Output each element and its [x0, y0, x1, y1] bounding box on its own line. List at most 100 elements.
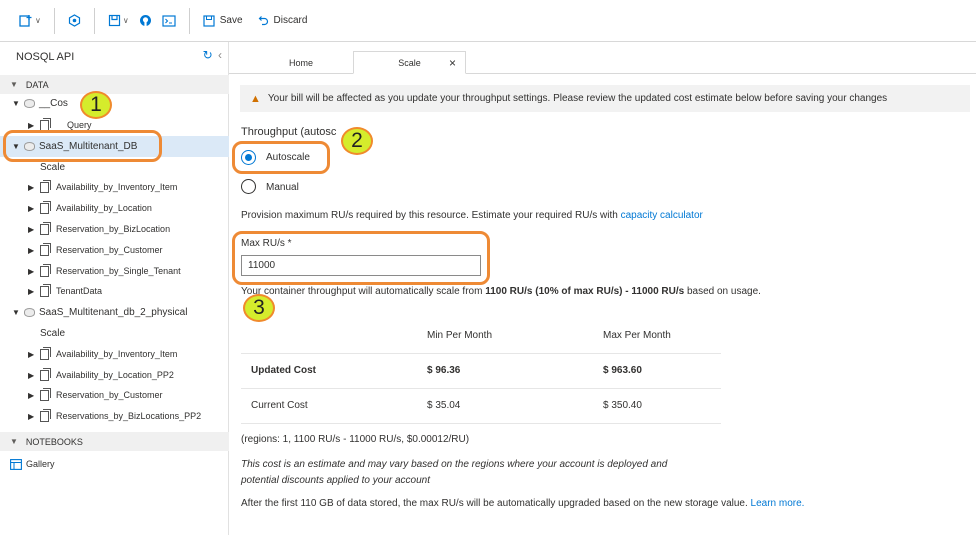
collection-icon [40, 367, 51, 381]
caret-right-icon: ▶ [28, 349, 35, 359]
min-per-month-header: Min Per Month [427, 330, 493, 341]
database-name: __Cos [39, 97, 68, 109]
data-section-label: DATA [25, 79, 49, 90]
github-icon [139, 15, 151, 26]
collection-icon [40, 242, 51, 256]
close-icon[interactable]: × [449, 56, 456, 70]
tab-strip: Home Scale × [229, 42, 976, 74]
caret-down-icon: ▼ [12, 307, 20, 317]
table-row: Updated Cost $ 96.36 $ 963.60 [241, 354, 721, 389]
tree-collection[interactable]: ▶ Availability_by_Inventory_Item [28, 345, 177, 363]
tree-collection[interactable]: ▶ Availability_by_Location [28, 199, 152, 217]
collection-icon [40, 179, 51, 193]
caret-right-icon: ▶ [28, 390, 35, 400]
cost-warning-banner: ▲ Your bill will be affected as you upda… [240, 85, 970, 112]
tree-collection[interactable]: ▶ Reservations_by_BizLocations_PP2 [28, 407, 201, 425]
tree-scale-2[interactable]: Scale [40, 324, 65, 342]
tree-collection[interactable]: ▶ Reservation_by_Customer [28, 386, 163, 404]
tab-scale[interactable]: Scale × [353, 51, 466, 74]
annotation-ring-1 [3, 130, 162, 162]
caret-down-icon: ▼ [10, 437, 18, 446]
tab-home[interactable]: Home [249, 51, 353, 74]
scale-label: Scale [40, 327, 66, 339]
collapse-icon[interactable]: ‹ [218, 48, 222, 62]
caret-right-icon: ▶ [28, 286, 35, 296]
updated-cost-min: $ 96.36 [427, 365, 461, 376]
database-icon [24, 98, 35, 108]
collection-name: TenantData [56, 286, 103, 296]
tree-gallery[interactable]: Gallery [10, 455, 55, 473]
sidebar-header-actions: ↻ ‹ [203, 48, 222, 62]
database-icon [24, 307, 35, 317]
discard-label: Discard [273, 15, 308, 26]
annotation-ring-2 [232, 141, 330, 174]
caret-right-icon: ▶ [28, 266, 35, 276]
tree-collection[interactable]: ▶ Reservation_by_BizLocation [28, 220, 170, 238]
autoscale-range-text: Your container throughput will automatic… [241, 286, 761, 297]
collection-name: Availability_by_Inventory_Item [56, 349, 178, 359]
refresh-icon[interactable]: ↻ [203, 48, 213, 62]
updated-cost-label: Updated Cost [251, 365, 316, 376]
toolbar-divider [188, 7, 190, 34]
tree-database-saas-multitenant-db-2[interactable]: ▼ SaaS_Multitenant_db_2_physical [12, 303, 187, 321]
collection-icon [40, 387, 51, 401]
new-container-button[interactable]: ∨ [14, 8, 46, 34]
collection-icon [40, 263, 51, 277]
cosmos-icon [68, 14, 80, 27]
collection-icon [40, 346, 51, 360]
cosmos-button[interactable] [63, 8, 86, 34]
collection-icon [40, 283, 51, 297]
caret-down-icon: ▼ [12, 98, 20, 108]
annotation-badge-3: 3 [243, 294, 275, 322]
query-label: Query [67, 120, 92, 130]
data-section-header[interactable]: ▼ DATA [0, 75, 229, 94]
capacity-calculator-link[interactable]: capacity calculator [621, 210, 703, 221]
manual-radio[interactable] [241, 179, 256, 194]
collection-name: Availability_by_Inventory_Item [56, 182, 178, 192]
current-cost-max: $ 350.40 [603, 400, 642, 411]
scale-range-value: 1100 RU/s (10% of max RU/s) - 11000 RU/s [485, 286, 685, 297]
upgrade-description: After the first 110 GB of data stored, t… [241, 498, 751, 509]
new-container-icon [19, 14, 32, 27]
collection-name: Availability_by_Location_PP2 [56, 370, 174, 380]
discard-button[interactable]: Discard [252, 8, 313, 34]
estimate-note-line1: This cost is an estimate and may vary ba… [241, 459, 668, 470]
tree-database-cos[interactable]: ▼ __Cos [12, 94, 68, 112]
collection-icon [40, 117, 51, 131]
notebooks-section-header[interactable]: ▼ NOTEBOOKS [0, 432, 229, 451]
current-cost-label: Current Cost [251, 400, 308, 411]
caret-right-icon: ▶ [28, 203, 35, 213]
tree-collection[interactable]: ▶ Reservation_by_Customer [28, 241, 163, 259]
resource-tree-sidebar: NOSQL API ↻ ‹ ▼ DATA ▼ __Cos ▶ Query ▼ S… [0, 42, 229, 535]
toolbar-divider [53, 7, 55, 34]
tab-scale-label: Scale [398, 57, 421, 68]
open-query-button[interactable]: ∨ [103, 8, 134, 34]
manual-label: Manual [266, 182, 299, 193]
table-row: Current Cost $ 35.04 $ 350.40 [241, 389, 721, 424]
tree-collection[interactable]: ▶ Availability_by_Inventory_Item [28, 178, 177, 196]
save-label: Save [219, 15, 243, 26]
warning-text: Your bill will be affected as you update… [267, 93, 888, 104]
current-cost-min: $ 35.04 [427, 400, 461, 411]
notebooks-section-label: NOTEBOOKS [25, 436, 83, 447]
estimate-note-line2: potential discounts applied to your acco… [241, 475, 431, 486]
toolbar-divider [93, 7, 95, 34]
tree-collection[interactable]: ▶ Availability_by_Location_PP2 [28, 366, 174, 384]
gallery-icon [10, 458, 22, 470]
tree-collection[interactable]: ▶ TenantData [28, 282, 102, 300]
learn-more-link[interactable]: Learn more. [751, 498, 805, 509]
regions-text: (regions: 1, 1100 RU/s - 11000 RU/s, $0.… [241, 434, 470, 445]
save-button[interactable]: Save [198, 8, 248, 34]
tab-home-label: Home [288, 57, 313, 68]
terminal-button[interactable] [157, 8, 181, 34]
gallery-label: Gallery [26, 459, 55, 469]
throughput-label: Throughput (autosc [241, 126, 337, 138]
tree-collection[interactable]: ▶ Reservation_by_Single_Tenant [28, 262, 181, 280]
undo-icon [258, 15, 268, 25]
updated-cost-max: $ 963.60 [603, 365, 642, 376]
github-button[interactable] [134, 8, 157, 34]
cost-table-header: Min Per Month Max Per Month [241, 319, 721, 354]
annotation-badge-1: 1 [80, 91, 112, 119]
provision-text: Provision maximum RU/s required by this … [241, 210, 703, 221]
collection-name: Availability_by_Location [56, 203, 152, 213]
